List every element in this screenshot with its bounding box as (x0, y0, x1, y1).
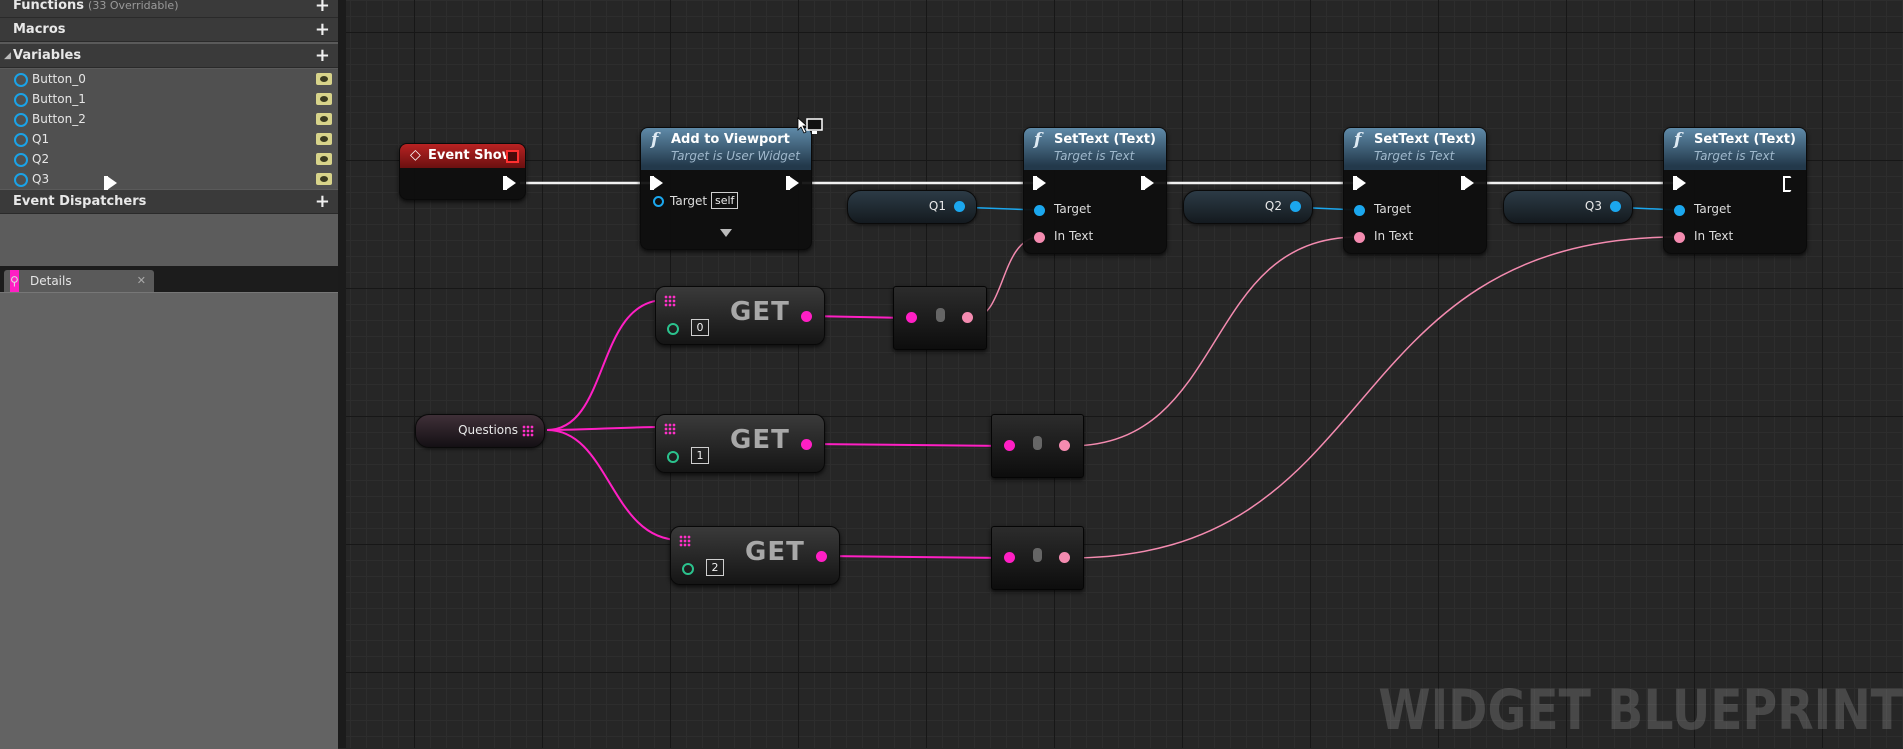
var-getter-label: Q3 (1584, 199, 1602, 213)
exec-out-pin[interactable] (786, 176, 799, 190)
expand-arrow-icon[interactable] (720, 229, 732, 237)
target-pin[interactable] (1034, 205, 1045, 216)
node-title: SetText (Text) (1374, 132, 1476, 147)
array-get-node-2[interactable]: 2 GET (670, 526, 840, 585)
exec-out-pin[interactable] (1461, 176, 1474, 190)
node-subtitle: Target is Text (1374, 149, 1455, 163)
in-text-label: In Text (1374, 229, 1414, 243)
in-text-label: In Text (1694, 229, 1734, 243)
index-value[interactable]: 0 (691, 319, 709, 336)
target-label: Target (1374, 202, 1412, 216)
element-out-pin[interactable] (801, 439, 812, 450)
array-in-pin[interactable] (679, 535, 691, 547)
array-in-pin[interactable] (664, 423, 676, 435)
delegate-pin-icon[interactable] (506, 150, 519, 163)
node-subtitle: Target is Text (1694, 149, 1775, 163)
exec-in-pin[interactable] (1033, 176, 1046, 190)
target-pin[interactable] (1674, 205, 1685, 216)
var-getter-label: Q2 (1264, 199, 1282, 213)
function-icon: f (1674, 130, 1682, 150)
conversion-node-2[interactable] (991, 526, 1084, 590)
var-getter-q1[interactable]: Q1 (847, 190, 977, 224)
conversion-node-1[interactable] (991, 414, 1084, 478)
function-icon: f (1034, 130, 1042, 150)
get-label: GET (745, 537, 805, 567)
conversion-in-pin[interactable] (906, 312, 917, 323)
node-subtitle: Target is User Widget (671, 149, 800, 163)
exec-in-pin[interactable] (1673, 176, 1686, 190)
in-text-pin[interactable] (1354, 232, 1365, 243)
settext-node-q1[interactable]: f SetText (Text) Target is Text Target I… (1023, 127, 1167, 254)
index-in-pin[interactable] (682, 563, 694, 575)
exec-in-pin[interactable] (1353, 176, 1366, 190)
conversion-out-pin[interactable] (1059, 552, 1070, 563)
target-label: Target (1694, 202, 1732, 216)
conversion-out-pin[interactable] (962, 312, 973, 323)
conversion-in-pin[interactable] (1004, 440, 1015, 451)
in-text-pin[interactable] (1034, 232, 1045, 243)
function-icon: f (651, 130, 659, 150)
target-pin[interactable] (653, 196, 664, 207)
text-wire (1069, 236, 1359, 447)
array-wire (546, 426, 666, 431)
index-in-pin[interactable] (667, 323, 679, 335)
index-value[interactable]: 2 (706, 559, 724, 576)
element-out-pin[interactable] (816, 551, 827, 562)
in-text-label: In Text (1054, 229, 1094, 243)
array-get-node-1[interactable]: 1 GET (655, 414, 825, 473)
conversion-out-pin[interactable] (1059, 440, 1070, 451)
get-label: GET (730, 297, 790, 327)
conversion-node-0[interactable] (893, 286, 987, 350)
function-icon: f (1354, 130, 1362, 150)
target-label: Target (670, 194, 708, 208)
event-exec-out-pin[interactable] (503, 176, 516, 190)
element-out-pin[interactable] (801, 311, 812, 322)
object-out-pin[interactable] (954, 201, 965, 212)
exec-in-pin[interactable] (650, 176, 663, 190)
target-self-value[interactable]: self (711, 192, 739, 209)
text-wire (1069, 236, 1679, 559)
array-get-node-0[interactable]: 0 GET (655, 286, 825, 345)
node-title: SetText (Text) (1694, 132, 1796, 147)
monitor-cursor-icon (797, 117, 823, 134)
graph-wires (520, 181, 1679, 559)
var-getter-q3[interactable]: Q3 (1503, 190, 1633, 224)
in-text-pin[interactable] (1674, 232, 1685, 243)
index-value[interactable]: 1 (691, 447, 709, 464)
node-title: Add to Viewport (671, 132, 790, 147)
array-in-pin[interactable] (664, 295, 676, 307)
node-title: SetText (Text) (1054, 132, 1156, 147)
settext-node-q2[interactable]: f SetText (Text) Target is Text Target I… (1343, 127, 1487, 254)
conversion-icon (1033, 548, 1042, 562)
event-show-node[interactable]: ◇ Event Show (104, 143, 526, 200)
widget-blueprint-watermark: WIDGET BLUEPRINT (1378, 678, 1903, 742)
exec-out-pin[interactable] (1141, 176, 1154, 190)
event-show-title: Event Show (428, 148, 514, 163)
target-label: Target (1054, 202, 1092, 216)
conversion-icon (1033, 436, 1042, 450)
var-getter-label: Questions (458, 423, 518, 437)
target-pin[interactable] (1354, 205, 1365, 216)
event-diamond-icon: ◇ (410, 147, 421, 163)
var-getter-q2[interactable]: Q2 (1183, 190, 1313, 224)
object-out-pin[interactable] (1610, 201, 1621, 212)
var-getter-questions[interactable]: Questions (415, 414, 545, 448)
conversion-in-pin[interactable] (1004, 552, 1015, 563)
get-label: GET (730, 425, 790, 455)
node-subtitle: Target is Text (1054, 149, 1135, 163)
array-wire (809, 443, 1009, 447)
array-wire (824, 555, 1009, 559)
var-getter-label: Q1 (928, 199, 946, 213)
array-out-pin[interactable] (522, 425, 534, 437)
object-out-pin[interactable] (1290, 201, 1301, 212)
conversion-icon (936, 308, 945, 322)
array-wire (546, 299, 666, 431)
index-in-pin[interactable] (667, 451, 679, 463)
